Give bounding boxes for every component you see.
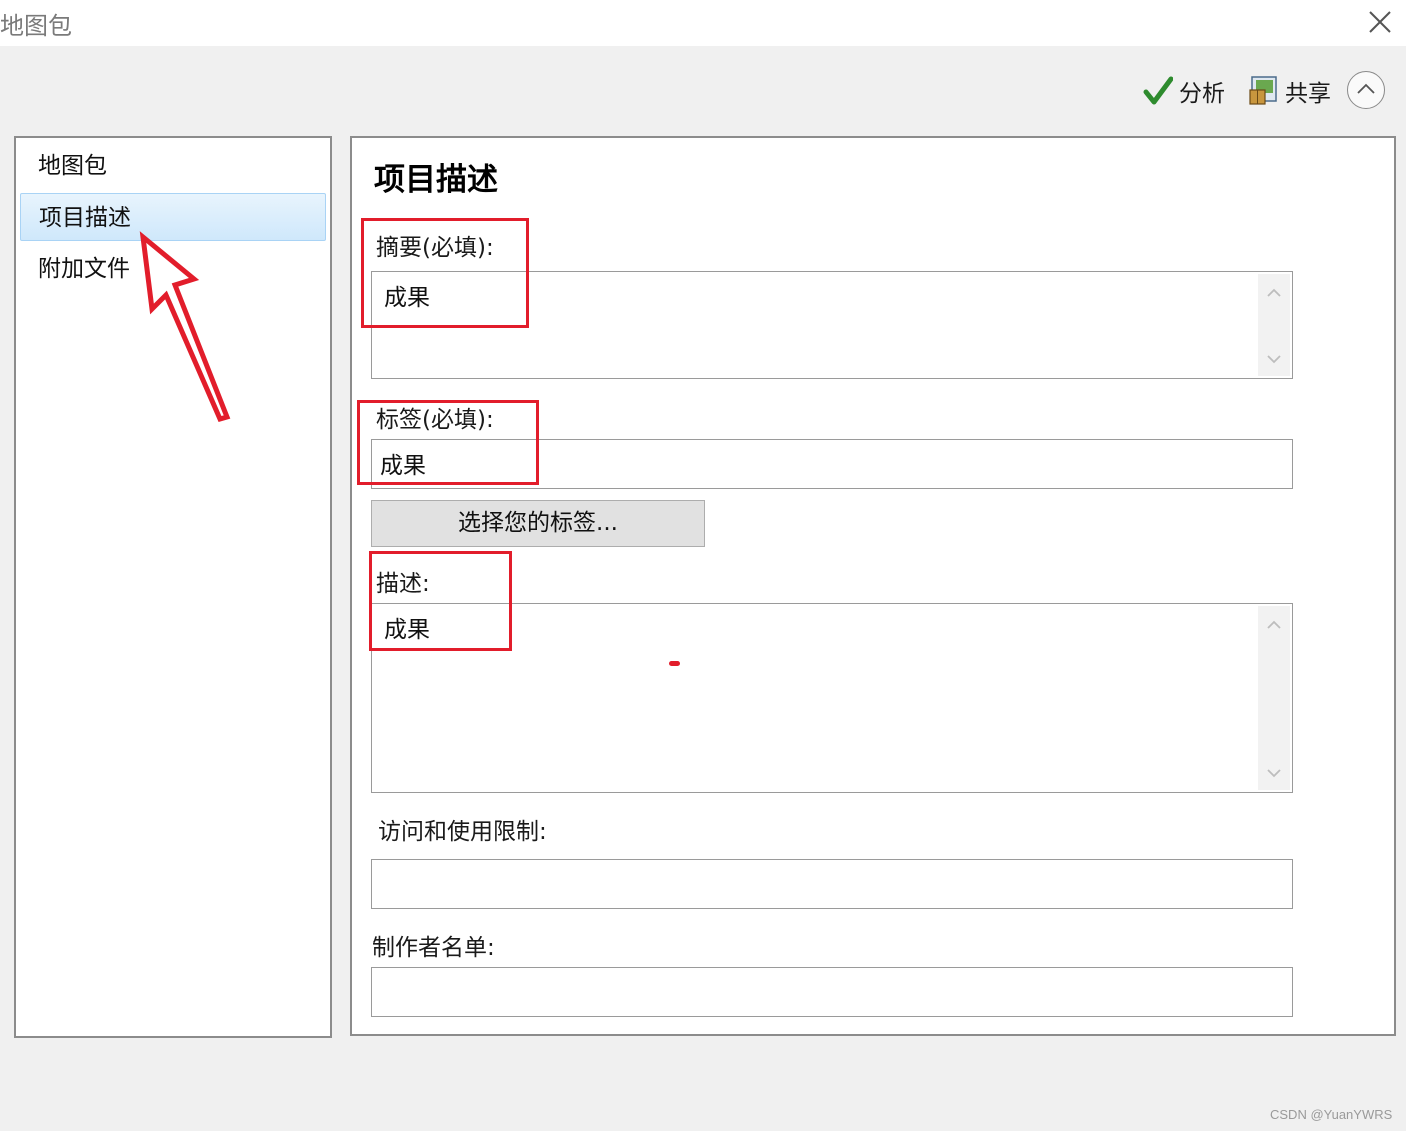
tags-value: 成果 xyxy=(380,453,426,479)
description-label: 描述: xyxy=(376,571,430,597)
close-icon xyxy=(1369,11,1391,33)
scroll-down-icon[interactable] xyxy=(1267,354,1281,364)
credits-input[interactable] xyxy=(371,967,1293,1017)
description-textarea[interactable]: 成果 xyxy=(371,603,1293,793)
summary-scrollbar[interactable] xyxy=(1258,274,1290,376)
summary-label: 摘要(必填): xyxy=(376,235,494,261)
close-button[interactable] xyxy=(1366,8,1394,36)
annotation-arrow-icon xyxy=(139,231,231,423)
scroll-down-icon[interactable] xyxy=(1267,768,1281,778)
access-input[interactable] xyxy=(371,859,1293,909)
analyze-label: 分析 xyxy=(1179,81,1225,107)
analyze-button[interactable]: 分析 xyxy=(1143,72,1225,110)
nav-item-map-package[interactable]: 地图包 xyxy=(20,142,326,190)
window-title: 地图包 xyxy=(0,12,72,40)
page-title: 项目描述 xyxy=(374,162,498,198)
title-bar: 地图包 xyxy=(0,0,1406,46)
summary-textarea[interactable]: 成果 xyxy=(371,271,1293,379)
tags-input[interactable]: 成果 xyxy=(371,439,1293,489)
scroll-up-icon[interactable] xyxy=(1267,288,1281,298)
summary-value: 成果 xyxy=(384,285,430,311)
description-value: 成果 xyxy=(384,617,430,643)
annotation-dash xyxy=(669,661,680,666)
share-label: 共享 xyxy=(1285,81,1331,107)
chevron-up-icon xyxy=(1357,83,1375,94)
scroll-up-icon[interactable] xyxy=(1267,620,1281,630)
description-scrollbar[interactable] xyxy=(1258,606,1290,790)
credits-label: 制作者名单: xyxy=(372,935,495,961)
checkmark-icon xyxy=(1143,76,1173,105)
choose-tags-button[interactable]: 选择您的标签... xyxy=(371,500,705,547)
share-button[interactable]: 共享 xyxy=(1249,72,1331,110)
access-label: 访问和使用限制: xyxy=(378,819,547,845)
share-package-icon xyxy=(1249,76,1277,105)
collapse-button[interactable] xyxy=(1347,71,1385,109)
tags-label: 标签(必填): xyxy=(376,407,494,433)
watermark: CSDN @YuanYWRS xyxy=(1270,1107,1393,1122)
